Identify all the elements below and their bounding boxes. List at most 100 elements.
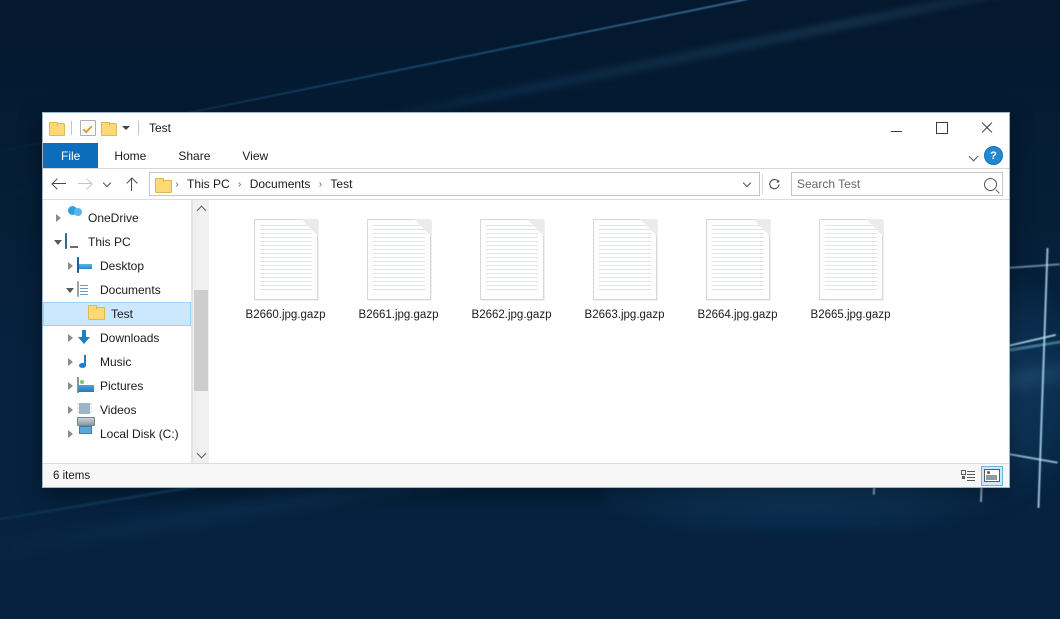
- properties-icon[interactable]: [80, 120, 96, 136]
- breadcrumb-separator[interactable]: ›: [315, 179, 325, 190]
- arrow-up-icon: [126, 178, 138, 191]
- search-icon[interactable]: [984, 178, 997, 191]
- desktop: Test File Home Share View ?: [0, 0, 1060, 619]
- minimize-icon: [891, 131, 902, 132]
- forward-button[interactable]: [73, 173, 95, 195]
- expander-icon[interactable]: [63, 259, 77, 273]
- downloads-icon: [77, 330, 94, 346]
- details-view-icon: [961, 470, 975, 481]
- videos-icon: [77, 402, 94, 418]
- large-icons-view-icon: [984, 469, 1000, 482]
- sidebar-item-music[interactable]: Music: [43, 350, 191, 374]
- breadcrumb-item-this-pc[interactable]: This PC: [182, 177, 235, 191]
- file-icon-wrap: [364, 216, 434, 303]
- sidebar-item-label: Pictures: [100, 379, 143, 393]
- maximize-button[interactable]: [919, 113, 964, 143]
- disk-icon: [77, 426, 94, 442]
- sidebar-item-videos[interactable]: Videos: [43, 398, 191, 422]
- window-title: Test: [149, 121, 171, 135]
- breadcrumb-item-documents[interactable]: Documents: [245, 177, 316, 191]
- tab-home[interactable]: Home: [98, 143, 162, 168]
- file-name: B2663.jpg.gazp: [585, 309, 665, 321]
- refresh-button[interactable]: [762, 174, 785, 194]
- file-item[interactable]: B2663.jpg.gazp: [568, 212, 681, 321]
- file-name: B2662.jpg.gazp: [472, 309, 552, 321]
- file-name: B2661.jpg.gazp: [359, 309, 439, 321]
- documents-icon: [77, 282, 94, 298]
- document-fold-icon: [414, 219, 431, 236]
- file-icon-wrap: [816, 216, 886, 303]
- ribbon-right-tools: ?: [968, 143, 1009, 168]
- scrollbar-thumb[interactable]: [194, 290, 208, 391]
- document-fold-icon: [866, 219, 883, 236]
- onedrive-icon: [65, 210, 82, 226]
- sidebar-item-label: This PC: [88, 235, 131, 249]
- sidebar-item-desktop[interactable]: Desktop: [43, 254, 191, 278]
- file-name: B2664.jpg.gazp: [698, 309, 778, 321]
- folder-icon[interactable]: [49, 122, 63, 134]
- expander-icon[interactable]: [63, 403, 77, 417]
- search-input[interactable]: Search Test: [797, 177, 984, 191]
- generic-document-icon: [367, 219, 431, 300]
- file-item[interactable]: B2661.jpg.gazp: [342, 212, 455, 321]
- details-view-button[interactable]: [957, 466, 979, 486]
- scrollbar-track[interactable]: [193, 217, 209, 446]
- sidebar-item-this-pc[interactable]: This PC: [43, 230, 191, 254]
- pc-icon: [65, 234, 82, 250]
- search-box[interactable]: Search Test: [791, 172, 1003, 196]
- breadcrumb: › This PC › Documents › Test: [172, 177, 739, 191]
- file-item[interactable]: B2660.jpg.gazp: [229, 212, 342, 321]
- sidebar-item-label: Music: [100, 355, 131, 369]
- expander-icon[interactable]: [63, 355, 77, 369]
- refresh-icon: [768, 178, 781, 191]
- file-item[interactable]: B2664.jpg.gazp: [681, 212, 794, 321]
- new-folder-icon[interactable]: [101, 122, 115, 134]
- close-button[interactable]: [964, 113, 1009, 143]
- file-item[interactable]: B2665.jpg.gazp: [794, 212, 907, 321]
- file-list-view[interactable]: B2660.jpg.gazp B2661.jpg.gazp: [209, 200, 1009, 463]
- expander-icon[interactable]: [63, 427, 77, 441]
- breadcrumb-separator[interactable]: ›: [235, 179, 245, 190]
- file-item[interactable]: B2662.jpg.gazp: [455, 212, 568, 321]
- item-count: 6 items: [53, 470, 90, 482]
- expand-ribbon-icon[interactable]: [968, 150, 980, 162]
- file-icon-wrap: [590, 216, 660, 303]
- scroll-down-icon[interactable]: [193, 446, 209, 463]
- sidebar-item-pictures[interactable]: Pictures: [43, 374, 191, 398]
- generic-document-icon: [819, 219, 883, 300]
- generic-document-icon: [254, 219, 318, 300]
- close-icon: [981, 122, 993, 134]
- expander-icon[interactable]: [63, 283, 77, 297]
- sidebar-item-downloads[interactable]: Downloads: [43, 326, 191, 350]
- sidebar-item-documents[interactable]: Documents: [43, 278, 191, 302]
- ribbon-tab-bar: File Home Share View ?: [43, 143, 1009, 169]
- expander-icon[interactable]: [51, 211, 65, 225]
- large-icons-view-button[interactable]: [981, 466, 1003, 486]
- divider: [71, 121, 72, 135]
- tab-file[interactable]: File: [43, 143, 98, 168]
- chevron-down-icon[interactable]: [122, 126, 130, 130]
- tab-share[interactable]: Share: [162, 143, 226, 168]
- sidebar-item-label: Documents: [100, 283, 161, 297]
- sidebar-item-local-disk-c[interactable]: Local Disk (C:): [43, 422, 191, 446]
- folder-icon: [155, 179, 170, 191]
- generic-document-icon: [706, 219, 770, 300]
- help-icon[interactable]: ?: [984, 146, 1003, 165]
- up-button[interactable]: [121, 173, 143, 195]
- navigation-pane-scrollbar[interactable]: [192, 200, 209, 463]
- previous-locations-button[interactable]: [739, 174, 757, 194]
- sidebar-item-onedrive[interactable]: OneDrive: [43, 206, 191, 230]
- sidebar-item-test[interactable]: Test: [43, 302, 191, 326]
- minimize-button[interactable]: [874, 113, 919, 143]
- chevron-down-icon: [743, 179, 753, 189]
- expander-icon[interactable]: [63, 379, 77, 393]
- expander-icon[interactable]: [51, 235, 65, 249]
- address-field[interactable]: › This PC › Documents › Test: [149, 172, 760, 196]
- back-button[interactable]: [49, 173, 71, 195]
- breadcrumb-item-test[interactable]: Test: [325, 177, 357, 191]
- expander-icon[interactable]: [63, 331, 77, 345]
- file-name: B2665.jpg.gazp: [811, 309, 891, 321]
- scroll-up-icon[interactable]: [193, 200, 209, 217]
- recent-locations-button[interactable]: [97, 173, 119, 195]
- tab-view[interactable]: View: [226, 143, 284, 168]
